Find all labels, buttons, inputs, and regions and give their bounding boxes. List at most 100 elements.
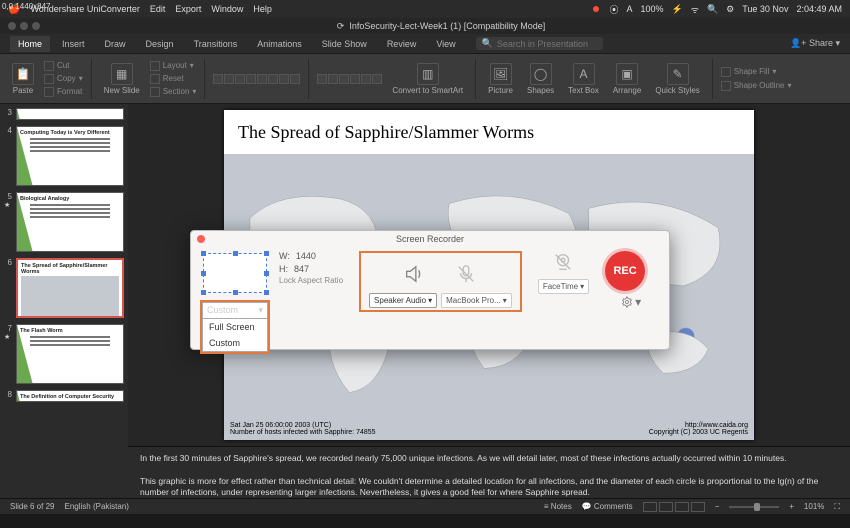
cut-button[interactable]: Cut xyxy=(44,60,83,72)
chevron-down-icon: ▾ xyxy=(258,305,263,316)
tab-animations[interactable]: Animations xyxy=(249,36,310,52)
document-title: InfoSecurity-Lect-Week1 (1) [Compatibili… xyxy=(349,21,545,31)
tab-home[interactable]: Home xyxy=(10,36,50,52)
reset-button[interactable]: Reset xyxy=(150,73,197,85)
height-value[interactable]: 847 xyxy=(294,264,309,274)
layout-button[interactable]: Layout ▾ xyxy=(150,60,197,72)
slide-thumbnail[interactable]: Biological Analogy xyxy=(16,192,124,252)
menu-export[interactable]: Export xyxy=(175,4,201,14)
notes-paragraph: In the first 30 minutes of Sapphire's sp… xyxy=(140,453,838,464)
paste-button[interactable]: 📋Paste xyxy=(8,63,38,95)
zoom-slider[interactable] xyxy=(729,506,779,508)
new-slide-button[interactable]: ▦New Slide xyxy=(100,63,144,95)
paragraph-controls[interactable] xyxy=(317,74,382,84)
capture-area-preview[interactable] xyxy=(203,253,267,293)
zoom-out-button[interactable]: − xyxy=(715,502,720,511)
tab-review[interactable]: Review xyxy=(379,36,425,52)
width-value[interactable]: 1440 xyxy=(296,251,316,261)
audio-source-group: Speaker Audio ▾ MacBook Pro... ▾ xyxy=(359,251,522,312)
microphone-icon[interactable] xyxy=(455,263,477,285)
tab-draw[interactable]: Draw xyxy=(97,36,134,52)
comments-toggle[interactable]: 💬 Comments xyxy=(582,502,633,511)
animation-star-icon: ★ xyxy=(4,201,12,209)
menu-edit[interactable]: Edit xyxy=(150,4,166,14)
window-traffic-lights[interactable] xyxy=(8,22,40,30)
notes-paragraph: This graphic is more for effect rather t… xyxy=(140,476,838,498)
tab-transitions[interactable]: Transitions xyxy=(186,36,246,52)
search-in-presentation[interactable]: 🔍 xyxy=(476,37,603,50)
menubar-date[interactable]: Tue 30 Nov xyxy=(742,4,788,14)
fit-to-window-button[interactable]: ⛶ xyxy=(834,502,840,512)
tab-design[interactable]: Design xyxy=(138,36,182,52)
ribbon-tabs: Home Insert Draw Design Transitions Anim… xyxy=(0,34,850,54)
shape-fill-button[interactable]: Shape Fill ▾ xyxy=(721,66,792,78)
tab-insert[interactable]: Insert xyxy=(54,36,93,52)
microphone-dropdown[interactable]: MacBook Pro... ▾ xyxy=(441,293,512,308)
speaker-icon[interactable] xyxy=(403,263,425,285)
language-indicator[interactable]: English (Pakistan) xyxy=(64,502,128,511)
size-option-fullscreen[interactable]: Full Screen xyxy=(203,319,267,335)
tab-slideshow[interactable]: Slide Show xyxy=(314,36,375,52)
share-button[interactable]: 👤+ Share ▾ xyxy=(790,38,840,49)
shape-outline-button[interactable]: Shape Outline ▾ xyxy=(721,80,792,92)
capture-size-options: Full Screen Custom xyxy=(202,319,268,352)
battery-percent: 100% xyxy=(640,4,663,14)
recorder-settings-button[interactable]: ▾ xyxy=(621,295,641,309)
menubar-time[interactable]: 2:04:49 AM xyxy=(796,4,842,14)
slide-thumbnail[interactable]: The Definition of Computer Security xyxy=(16,390,124,402)
slide-thumbnail-panel[interactable]: 3 4Computing Today is Very Different 5★B… xyxy=(0,104,128,498)
arrange-button[interactable]: ▣Arrange xyxy=(609,63,645,95)
thumb-number: 7 xyxy=(4,324,12,333)
thumb-number: 4 xyxy=(4,126,12,135)
close-icon[interactable] xyxy=(197,235,205,243)
slide-timestamp: Sat Jan 25 06:00:00 2003 (UTC) xyxy=(230,422,331,429)
convert-smartart-button[interactable]: ▥Convert to SmartArt xyxy=(388,63,467,95)
webcam-dropdown[interactable]: FaceTime ▾ xyxy=(538,279,589,294)
search-icon[interactable]: 🔍 xyxy=(707,4,718,15)
slide-thumbnail[interactable]: The Flash Worm xyxy=(16,324,124,384)
slide-thumbnail[interactable] xyxy=(16,108,124,120)
zoom-level[interactable]: 101% xyxy=(804,502,824,511)
slide-thumbnail-active[interactable]: The Spread of Sapphire/Slammer Worms xyxy=(16,258,124,318)
zoom-in-button[interactable]: + xyxy=(789,502,794,511)
battery-icon: ⚡ xyxy=(672,4,683,15)
speaker-notes[interactable]: In the first 30 minutes of Sapphire's sp… xyxy=(128,446,850,498)
capture-size-selected[interactable]: Custom▾ xyxy=(202,302,268,319)
format-painter-button[interactable]: Format xyxy=(44,86,83,98)
autosave-icon[interactable]: ⟳ xyxy=(337,21,345,31)
record-button[interactable]: REC xyxy=(605,251,645,291)
system-icon[interactable]: A xyxy=(626,4,632,14)
copy-button[interactable]: Copy ▾ xyxy=(44,73,83,85)
search-icon: 🔍 xyxy=(482,38,493,49)
status-bar: Slide 6 of 29 English (Pakistan) ≡ Notes… xyxy=(0,498,850,514)
font-controls[interactable] xyxy=(213,74,300,84)
screen-record-indicator[interactable] xyxy=(593,4,601,14)
search-input[interactable] xyxy=(497,39,597,49)
tab-view[interactable]: View xyxy=(428,36,463,52)
speaker-audio-dropdown[interactable]: Speaker Audio ▾ xyxy=(369,293,437,308)
wifi-icon[interactable]: ᯤ xyxy=(691,3,699,16)
slide-title: The Spread of Sapphire/Slammer Worms xyxy=(224,110,754,154)
section-button[interactable]: Section ▾ xyxy=(150,86,197,98)
view-mode-buttons[interactable] xyxy=(643,502,705,512)
size-option-custom[interactable]: Custom xyxy=(203,335,267,351)
quick-styles-button[interactable]: ✎Quick Styles xyxy=(651,63,703,95)
shapes-button[interactable]: ◯Shapes xyxy=(523,63,558,95)
corner-dimensions-overlay: 0,0 1440x847 xyxy=(2,2,51,11)
slide-copyright: Copyright (C) 2003 UC Regents xyxy=(649,429,748,436)
menu-help[interactable]: Help xyxy=(253,4,272,14)
picture-button[interactable]: 🖼Picture xyxy=(484,63,517,95)
textbox-button[interactable]: AText Box xyxy=(564,63,603,95)
slide-thumbnail[interactable]: Computing Today is Very Different xyxy=(16,126,124,186)
slide-infected-count: Number of hosts infected with Sapphire: … xyxy=(230,429,376,436)
notes-toggle[interactable]: ≡ Notes xyxy=(544,502,572,511)
lock-aspect-ratio-button[interactable]: Lock Aspect Ratio xyxy=(279,277,343,286)
mac-menubar: 🍎 Wondershare UniConverter Edit Export W… xyxy=(0,0,850,18)
webcam-icon[interactable] xyxy=(552,251,574,273)
slide-counter[interactable]: Slide 6 of 29 xyxy=(10,502,54,511)
height-label: H: xyxy=(279,264,288,274)
control-center-icon[interactable]: ⚙ xyxy=(726,4,734,15)
system-icon[interactable]: ⦿ xyxy=(609,3,618,16)
capture-size-dropdown[interactable]: Custom▾ Full Screen Custom xyxy=(200,300,270,354)
menu-window[interactable]: Window xyxy=(211,4,243,14)
